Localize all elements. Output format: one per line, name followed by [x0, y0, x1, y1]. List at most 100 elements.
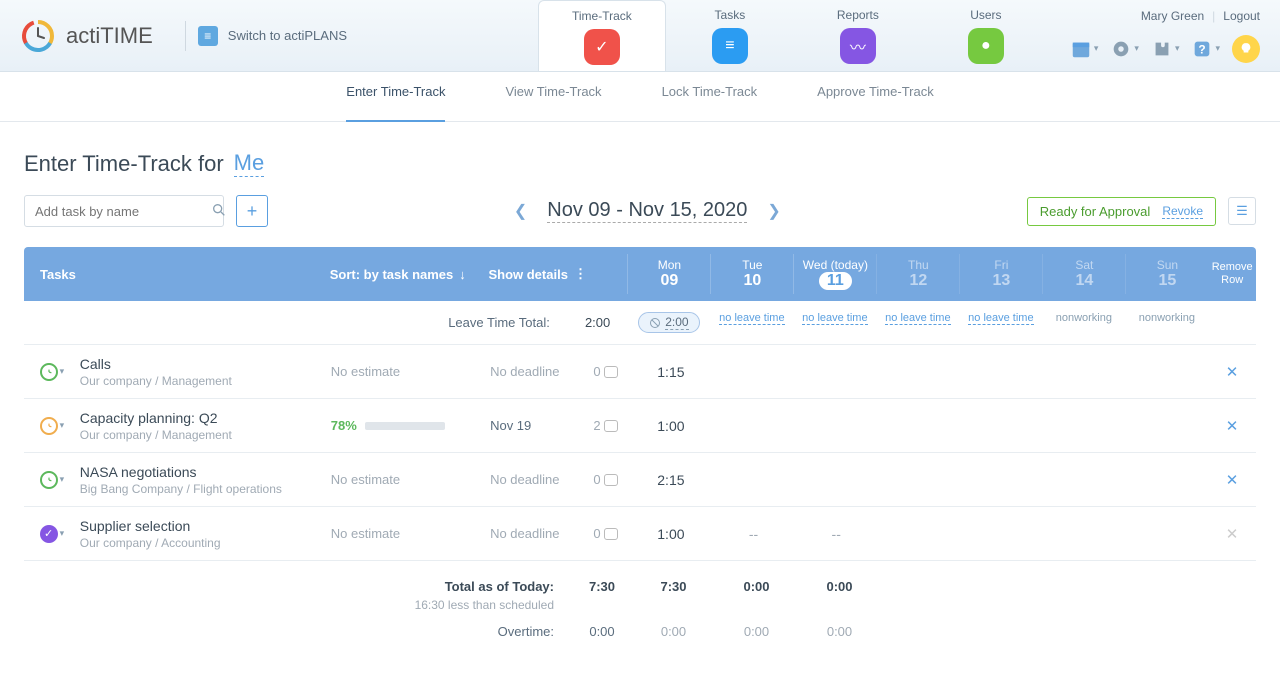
status-icon[interactable]: ✓	[40, 525, 58, 543]
ready-for-approval-button[interactable]: Ready for Approval Revoke	[1027, 197, 1216, 226]
help-icon-menu[interactable]: ?▾	[1191, 35, 1220, 63]
user-selector[interactable]: Me	[234, 150, 265, 177]
sub-nav: Enter Time-Track View Time-Track Lock Ti…	[0, 72, 1280, 122]
sort-button[interactable]: Sort: by task names↓	[330, 267, 489, 282]
task-comments[interactable]: 0	[576, 472, 630, 487]
task-estimate: No estimate	[331, 526, 490, 541]
day-header[interactable]: Wed (today)11	[793, 254, 876, 294]
day-total	[964, 579, 1047, 594]
task-comments[interactable]: 0	[576, 526, 630, 541]
day-header[interactable]: Fri13	[959, 254, 1042, 294]
task-row: ▾ Calls Our company / Management No esti…	[24, 345, 1256, 399]
day-header[interactable]: Thu12	[876, 254, 959, 294]
task-deadline: No deadline	[490, 364, 576, 379]
day-total	[1130, 579, 1213, 594]
time-cell[interactable]: 2:15	[630, 472, 713, 488]
task-comments[interactable]: 0	[576, 364, 630, 379]
hamburger-menu[interactable]: ☰	[1228, 197, 1256, 225]
leave-pill[interactable]: 2:00	[638, 312, 699, 333]
subnav-view[interactable]: View Time-Track	[505, 84, 601, 109]
nav-tab-time-track[interactable]: Time-Track ✓	[538, 0, 666, 71]
add-task-search[interactable]	[24, 195, 224, 227]
logout-link[interactable]: Logout	[1223, 9, 1260, 23]
nav-tabs: Time-Track ✓ Tasks ≡ Reports 〰 Users ●	[538, 0, 1050, 71]
switch-app-link[interactable]: ≡ Switch to actiPLANS	[198, 26, 347, 46]
totals-row: Total as of Today: 7:30 7:300:000:00	[24, 561, 1256, 598]
gear-icon-menu[interactable]: ▾	[1110, 35, 1139, 63]
top-bar: actiTIME ≡ Switch to actiPLANS Time-Trac…	[0, 0, 1280, 72]
day-overtime: 0:00	[715, 624, 798, 639]
show-details-button[interactable]: Show details⋮	[488, 266, 627, 282]
status-icon[interactable]	[40, 417, 58, 435]
search-icon[interactable]	[211, 202, 227, 221]
leave-cell[interactable]: no leave time	[793, 312, 876, 333]
comment-icon	[604, 366, 618, 378]
overtime-label: Overtime:	[24, 624, 572, 639]
day-header[interactable]: Sat14	[1042, 254, 1125, 294]
leave-row: Leave Time Total: 2:00 2:00no leave time…	[24, 301, 1256, 345]
task-info[interactable]: Supplier selection Our company / Account…	[80, 518, 331, 550]
remove-row-button[interactable]: ✕	[1208, 417, 1256, 435]
task-estimate: No estimate	[331, 472, 490, 487]
timesheet-table: Tasks Sort: by task names↓ Show details⋮…	[0, 247, 1280, 651]
task-info[interactable]: Calls Our company / Management	[80, 356, 331, 388]
remove-row-button[interactable]: ✕	[1208, 471, 1256, 489]
time-cell[interactable]: 1:00	[630, 526, 713, 542]
subnav-lock[interactable]: Lock Time-Track	[662, 84, 758, 109]
day-total: 7:30	[632, 579, 715, 594]
day-total	[881, 579, 964, 594]
time-cell[interactable]: --	[795, 526, 878, 542]
prev-week-button[interactable]: ❮	[514, 201, 527, 221]
leave-cell[interactable]: nonworking	[1125, 312, 1208, 333]
next-week-button[interactable]: ❯	[767, 201, 780, 221]
switch-icon: ≡	[198, 26, 218, 46]
add-task-button[interactable]: +	[236, 195, 268, 227]
search-input[interactable]	[35, 204, 211, 219]
logo-icon	[20, 18, 56, 54]
day-header[interactable]: Mon09	[627, 254, 710, 294]
status-icon[interactable]	[40, 363, 58, 381]
leave-cell[interactable]: no leave time	[710, 312, 793, 333]
day-overtime: 0:00	[632, 624, 715, 639]
task-info[interactable]: NASA negotiations Big Bang Company / Fli…	[80, 464, 331, 496]
task-row: ▾ NASA negotiations Big Bang Company / F…	[24, 453, 1256, 507]
remove-row-button[interactable]: ✕	[1208, 363, 1256, 381]
leave-cell[interactable]: no leave time	[959, 312, 1042, 333]
remove-row-button: ✕	[1208, 525, 1256, 543]
day-overtime	[1047, 624, 1130, 639]
status-icon[interactable]	[40, 471, 58, 489]
day-total	[1047, 579, 1130, 594]
user-area: Mary Green | Logout ▾ ▾ ▾ ?▾	[1050, 9, 1280, 63]
totals-grand: 7:30	[572, 579, 632, 594]
time-cell[interactable]: 1:15	[630, 364, 713, 380]
revoke-link[interactable]: Revoke	[1162, 204, 1203, 219]
nav-tab-users[interactable]: Users ●	[922, 0, 1050, 71]
time-cell[interactable]: --	[712, 526, 795, 542]
subnav-enter[interactable]: Enter Time-Track	[346, 84, 445, 122]
overtime-grand: 0:00	[572, 624, 632, 639]
day-header[interactable]: Tue10	[710, 254, 793, 294]
leave-cell[interactable]: 2:00	[627, 312, 710, 333]
nav-tab-tasks[interactable]: Tasks ≡	[666, 0, 794, 71]
bulb-icon[interactable]	[1232, 35, 1260, 63]
time-cell[interactable]: 1:00	[630, 418, 713, 434]
leave-cell[interactable]: nonworking	[1042, 312, 1125, 333]
day-overtime: 0:00	[798, 624, 881, 639]
leave-cell[interactable]: no leave time	[876, 312, 959, 333]
nav-tab-reports[interactable]: Reports 〰	[794, 0, 922, 71]
col-remove: Remove Row	[1208, 261, 1256, 287]
time-track-icon: ✓	[584, 29, 620, 65]
logo[interactable]: actiTIME	[0, 18, 173, 54]
subnav-approve[interactable]: Approve Time-Track	[817, 84, 934, 109]
date-range-picker[interactable]: Nov 09 - Nov 15, 2020	[547, 199, 747, 223]
comment-icon	[604, 528, 618, 540]
task-comments[interactable]: 2	[576, 418, 630, 433]
user-name-link[interactable]: Mary Green	[1141, 9, 1204, 23]
totals-label: Total as of Today:	[24, 579, 572, 594]
puzzle-icon-menu[interactable]: ▾	[1151, 35, 1180, 63]
calendar-icon-menu[interactable]: ▾	[1070, 35, 1099, 63]
task-info[interactable]: Capacity planning: Q2 Our company / Mana…	[80, 410, 331, 442]
task-deadline: Nov 19	[490, 418, 576, 433]
controls-row: + ❮ Nov 09 - Nov 15, 2020 ❯ Ready for Ap…	[0, 195, 1280, 247]
day-header[interactable]: Sun15	[1125, 254, 1208, 294]
